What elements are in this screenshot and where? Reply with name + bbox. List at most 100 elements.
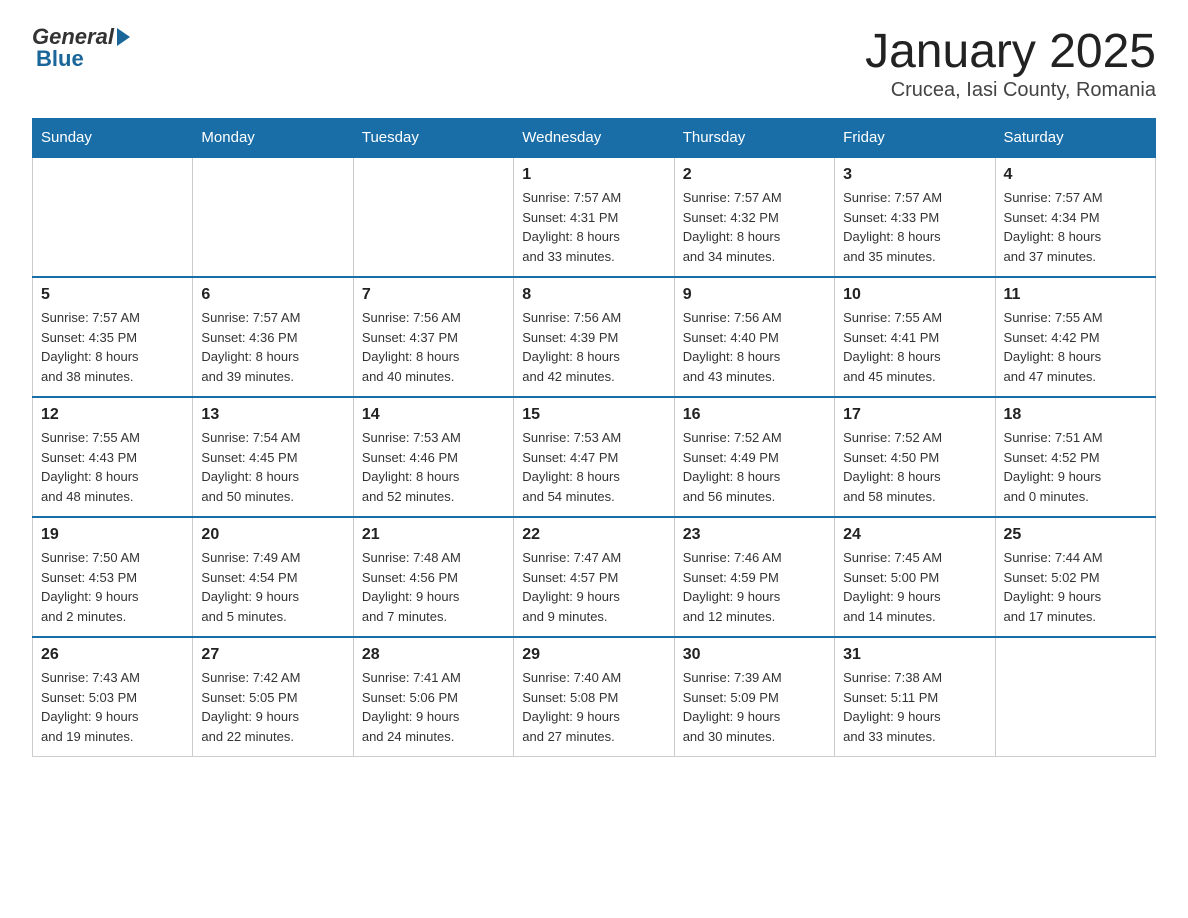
calendar-cell: 7Sunrise: 7:56 AM Sunset: 4:37 PM Daylig… [353, 277, 513, 397]
day-info: Sunrise: 7:57 AM Sunset: 4:33 PM Dayligh… [843, 188, 986, 266]
day-number: 2 [683, 166, 826, 184]
calendar-cell: 24 Sunrise: 7:45 AM Sunset: 5:00 PM Dayli… [835, 517, 995, 637]
day-info: Sunrise: 7:51 AM Sunset: 4:52 PM Dayligh… [1004, 428, 1147, 506]
day-number: 22 [522, 526, 665, 544]
day-number: 19 [41, 526, 184, 544]
calendar-cell: 11 Sunrise: 7:55 AM Sunset: 4:42 PM Dayli… [995, 277, 1155, 397]
day-info: Sunrise: 7:53 AM Sunset: 4:47 PM Dayligh… [522, 428, 665, 506]
day-info: Sunrise: 7:55 AM Sunset: 4:43 PM Dayligh… [41, 428, 184, 506]
day-number: 15 [522, 406, 665, 424]
calendar-week-row: 1 Sunrise: 7:57 AM Sunset: 4:31 PM Daylig… [33, 157, 1156, 277]
calendar-cell: 10 Sunrise: 7:55 AM Sunset: 4:41 PM Dayli… [835, 277, 995, 397]
calendar-cell: 1 Sunrise: 7:57 AM Sunset: 4:31 PM Daylig… [514, 157, 674, 277]
day-info: Sunrise: 7:52 AM Sunset: 4:49 PM Dayligh… [683, 428, 826, 506]
day-info: Sunrise: 7:57 AM Sunset: 4:31 PM Dayligh… [522, 188, 665, 266]
calendar-cell: 20 Sunrise: 7:49 AM Sunset: 4:54 PM Dayli… [193, 517, 353, 637]
day-info: Sunrise: 7:50 AM Sunset: 4:53 PM Dayligh… [41, 548, 184, 626]
day-number: 17 [843, 406, 986, 424]
day-info: Sunrise: 7:43 AM Sunset: 5:03 PM Dayligh… [41, 668, 184, 746]
calendar-week-row: 12 Sunrise: 7:55 AM Sunset: 4:43 PM Dayli… [33, 397, 1156, 517]
day-number: 27 [201, 646, 344, 664]
calendar-cell: 25 Sunrise: 7:44 AM Sunset: 5:02 PM Dayli… [995, 517, 1155, 637]
calendar-cell: 28 Sunrise: 7:41 AM Sunset: 5:06 PM Dayli… [353, 637, 513, 757]
calendar-title: January 2025 [865, 24, 1156, 79]
day-number: 30 [683, 646, 826, 664]
page-header: General Blue January 2025 Crucea, Iasi C… [32, 24, 1156, 102]
day-number: 4 [1004, 166, 1147, 184]
day-number: 11 [1004, 286, 1147, 304]
day-number: 24 [843, 526, 986, 544]
day-info: Sunrise: 7:44 AM Sunset: 5:02 PM Dayligh… [1004, 548, 1147, 626]
day-info: Sunrise: 7:45 AM Sunset: 5:00 PM Dayligh… [843, 548, 986, 626]
day-info: Sunrise: 7:56 AM Sunset: 4:40 PM Dayligh… [683, 308, 826, 386]
day-info: Sunrise: 7:57 AM Sunset: 4:34 PM Dayligh… [1004, 188, 1147, 266]
day-number: 25 [1004, 526, 1147, 544]
day-number: 14 [362, 406, 505, 424]
calendar-cell: 2Sunrise: 7:57 AM Sunset: 4:32 PM Daylig… [674, 157, 834, 277]
calendar-week-row: 26 Sunrise: 7:43 AM Sunset: 5:03 PM Dayli… [33, 637, 1156, 757]
day-of-week-header: Friday [835, 119, 995, 158]
day-info: Sunrise: 7:38 AM Sunset: 5:11 PM Dayligh… [843, 668, 986, 746]
day-info: Sunrise: 7:56 AM Sunset: 4:39 PM Dayligh… [522, 308, 665, 386]
calendar-cell: 26 Sunrise: 7:43 AM Sunset: 5:03 PM Dayli… [33, 637, 193, 757]
calendar-cell: 6 Sunrise: 7:57 AM Sunset: 4:36 PM Daylig… [193, 277, 353, 397]
logo: General Blue [32, 24, 133, 72]
calendar-cell: 27 Sunrise: 7:42 AM Sunset: 5:05 PM Dayli… [193, 637, 353, 757]
logo-arrow-icon [117, 28, 130, 46]
day-info: Sunrise: 7:54 AM Sunset: 4:45 PM Dayligh… [201, 428, 344, 506]
day-info: Sunrise: 7:49 AM Sunset: 4:54 PM Dayligh… [201, 548, 344, 626]
day-number: 9 [683, 286, 826, 304]
day-number: 18 [1004, 406, 1147, 424]
calendar-cell: 13Sunrise: 7:54 AM Sunset: 4:45 PM Dayli… [193, 397, 353, 517]
day-info: Sunrise: 7:53 AM Sunset: 4:46 PM Dayligh… [362, 428, 505, 506]
day-of-week-header: Wednesday [514, 119, 674, 158]
calendar-table: SundayMondayTuesdayWednesdayThursdayFrid… [32, 118, 1156, 757]
calendar-cell: 22 Sunrise: 7:47 AM Sunset: 4:57 PM Dayli… [514, 517, 674, 637]
calendar-cell: 12 Sunrise: 7:55 AM Sunset: 4:43 PM Dayli… [33, 397, 193, 517]
day-info: Sunrise: 7:55 AM Sunset: 4:41 PM Dayligh… [843, 308, 986, 386]
calendar-cell: 23Sunrise: 7:46 AM Sunset: 4:59 PM Dayli… [674, 517, 834, 637]
logo-blue-text: Blue [36, 46, 84, 72]
calendar-cell: 30 Sunrise: 7:39 AM Sunset: 5:09 PM Dayli… [674, 637, 834, 757]
calendar-cell [33, 157, 193, 277]
calendar-cell: 3 Sunrise: 7:57 AM Sunset: 4:33 PM Daylig… [835, 157, 995, 277]
day-number: 28 [362, 646, 505, 664]
calendar-cell: 15 Sunrise: 7:53 AM Sunset: 4:47 PM Dayli… [514, 397, 674, 517]
day-info: Sunrise: 7:48 AM Sunset: 4:56 PM Dayligh… [362, 548, 505, 626]
calendar-header-row: SundayMondayTuesdayWednesdayThursdayFrid… [33, 119, 1156, 158]
day-info: Sunrise: 7:39 AM Sunset: 5:09 PM Dayligh… [683, 668, 826, 746]
day-info: Sunrise: 7:41 AM Sunset: 5:06 PM Dayligh… [362, 668, 505, 746]
day-number: 26 [41, 646, 184, 664]
day-number: 21 [362, 526, 505, 544]
calendar-cell [995, 637, 1155, 757]
day-number: 20 [201, 526, 344, 544]
day-info: Sunrise: 7:57 AM Sunset: 4:36 PM Dayligh… [201, 308, 344, 386]
calendar-week-row: 5Sunrise: 7:57 AM Sunset: 4:35 PM Daylig… [33, 277, 1156, 397]
day-number: 1 [522, 166, 665, 184]
day-info: Sunrise: 7:47 AM Sunset: 4:57 PM Dayligh… [522, 548, 665, 626]
calendar-cell: 18 Sunrise: 7:51 AM Sunset: 4:52 PM Dayli… [995, 397, 1155, 517]
day-of-week-header: Thursday [674, 119, 834, 158]
day-number: 10 [843, 286, 986, 304]
day-number: 16 [683, 406, 826, 424]
day-number: 12 [41, 406, 184, 424]
day-info: Sunrise: 7:55 AM Sunset: 4:42 PM Dayligh… [1004, 308, 1147, 386]
day-number: 8 [522, 286, 665, 304]
calendar-cell [353, 157, 513, 277]
day-info: Sunrise: 7:42 AM Sunset: 5:05 PM Dayligh… [201, 668, 344, 746]
calendar-cell: 8 Sunrise: 7:56 AM Sunset: 4:39 PM Daylig… [514, 277, 674, 397]
calendar-cell: 14 Sunrise: 7:53 AM Sunset: 4:46 PM Dayli… [353, 397, 513, 517]
calendar-cell: 16 Sunrise: 7:52 AM Sunset: 4:49 PM Dayli… [674, 397, 834, 517]
calendar-cell: 31 Sunrise: 7:38 AM Sunset: 5:11 PM Dayli… [835, 637, 995, 757]
day-number: 3 [843, 166, 986, 184]
day-of-week-header: Monday [193, 119, 353, 158]
day-number: 31 [843, 646, 986, 664]
day-info: Sunrise: 7:40 AM Sunset: 5:08 PM Dayligh… [522, 668, 665, 746]
day-number: 6 [201, 286, 344, 304]
day-number: 29 [522, 646, 665, 664]
calendar-cell: 5Sunrise: 7:57 AM Sunset: 4:35 PM Daylig… [33, 277, 193, 397]
calendar-cell: 29 Sunrise: 7:40 AM Sunset: 5:08 PM Dayli… [514, 637, 674, 757]
day-of-week-header: Sunday [33, 119, 193, 158]
calendar-week-row: 19 Sunrise: 7:50 AM Sunset: 4:53 PM Dayli… [33, 517, 1156, 637]
calendar-cell: 4 Sunrise: 7:57 AM Sunset: 4:34 PM Daylig… [995, 157, 1155, 277]
